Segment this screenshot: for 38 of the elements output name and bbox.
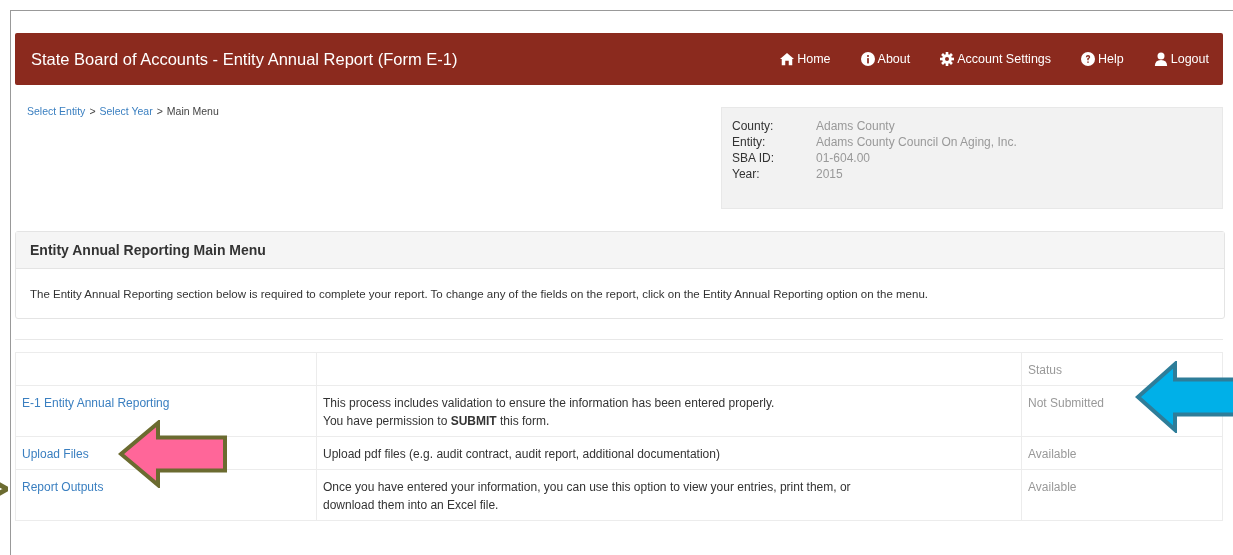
info-label: County:: [732, 119, 775, 133]
info-value: Adams County: [816, 119, 896, 133]
help-icon: [1081, 52, 1096, 66]
info-value: 01-604.00: [816, 151, 872, 165]
option-description: Upload pdf files (e.g. audit contract, audit report, additional documentation): [323, 447, 720, 461]
status-text: Available: [1028, 447, 1077, 461]
breadcrumb-link[interactable]: Select Entity: [27, 105, 86, 209]
option-description: You have permission to SUBMIT this form.: [323, 414, 550, 428]
option-description: download them into an Excel file.: [323, 498, 499, 512]
nav-link[interactable]: Logout: [1153, 52, 1209, 66]
user-icon: [1153, 52, 1168, 66]
panel-description: The Entity Annual Reporting section below is required to complete your report. To change any of the fields on the report, click on the Entity Annual Reporting option on the menu.: [30, 288, 928, 300]
nav-link[interactable]: Help: [1081, 52, 1124, 66]
nav-link[interactable]: Home: [780, 52, 831, 66]
info-label: Entity:: [732, 135, 767, 149]
panel-title: Entity Annual Reporting Main Menu: [30, 242, 266, 258]
menu-option-link[interactable]: E-1 Entity Annual Reporting: [22, 396, 170, 410]
menu-option-link[interactable]: Upload Files: [22, 447, 89, 461]
app-title: State Board of Accounts - Entity Annual Report (Form E-1): [31, 49, 458, 69]
gear-icon: [940, 52, 955, 66]
info-label: SBA ID:: [732, 151, 776, 165]
info-label: Year:: [732, 167, 761, 181]
option-description: This process includes validation to ensure the information has been entered properly.: [323, 396, 775, 410]
menu-option-link[interactable]: Report Outputs: [22, 480, 104, 494]
breadcrumb-separator: >: [156, 105, 163, 119]
nav-link[interactable]: About: [860, 52, 911, 66]
option-description: Once you have entered your information, you can use this option to view your entries, print them, or: [323, 480, 851, 494]
nav-link[interactable]: Account Settings: [940, 52, 1052, 66]
breadcrumb-separator: >: [89, 105, 96, 119]
breadcrumb-current: Main Menu: [166, 105, 219, 119]
status-text: Available: [1028, 480, 1077, 494]
status-text: Not Submitted: [1028, 396, 1105, 410]
info-value: 2015: [816, 167, 844, 181]
info-icon: [860, 52, 875, 66]
info-value: Adams County Council On Aging, Inc.: [816, 135, 1018, 149]
column-header: Status: [1028, 363, 1063, 377]
breadcrumb-link[interactable]: Select Year: [99, 105, 153, 209]
home-icon: [780, 52, 795, 66]
